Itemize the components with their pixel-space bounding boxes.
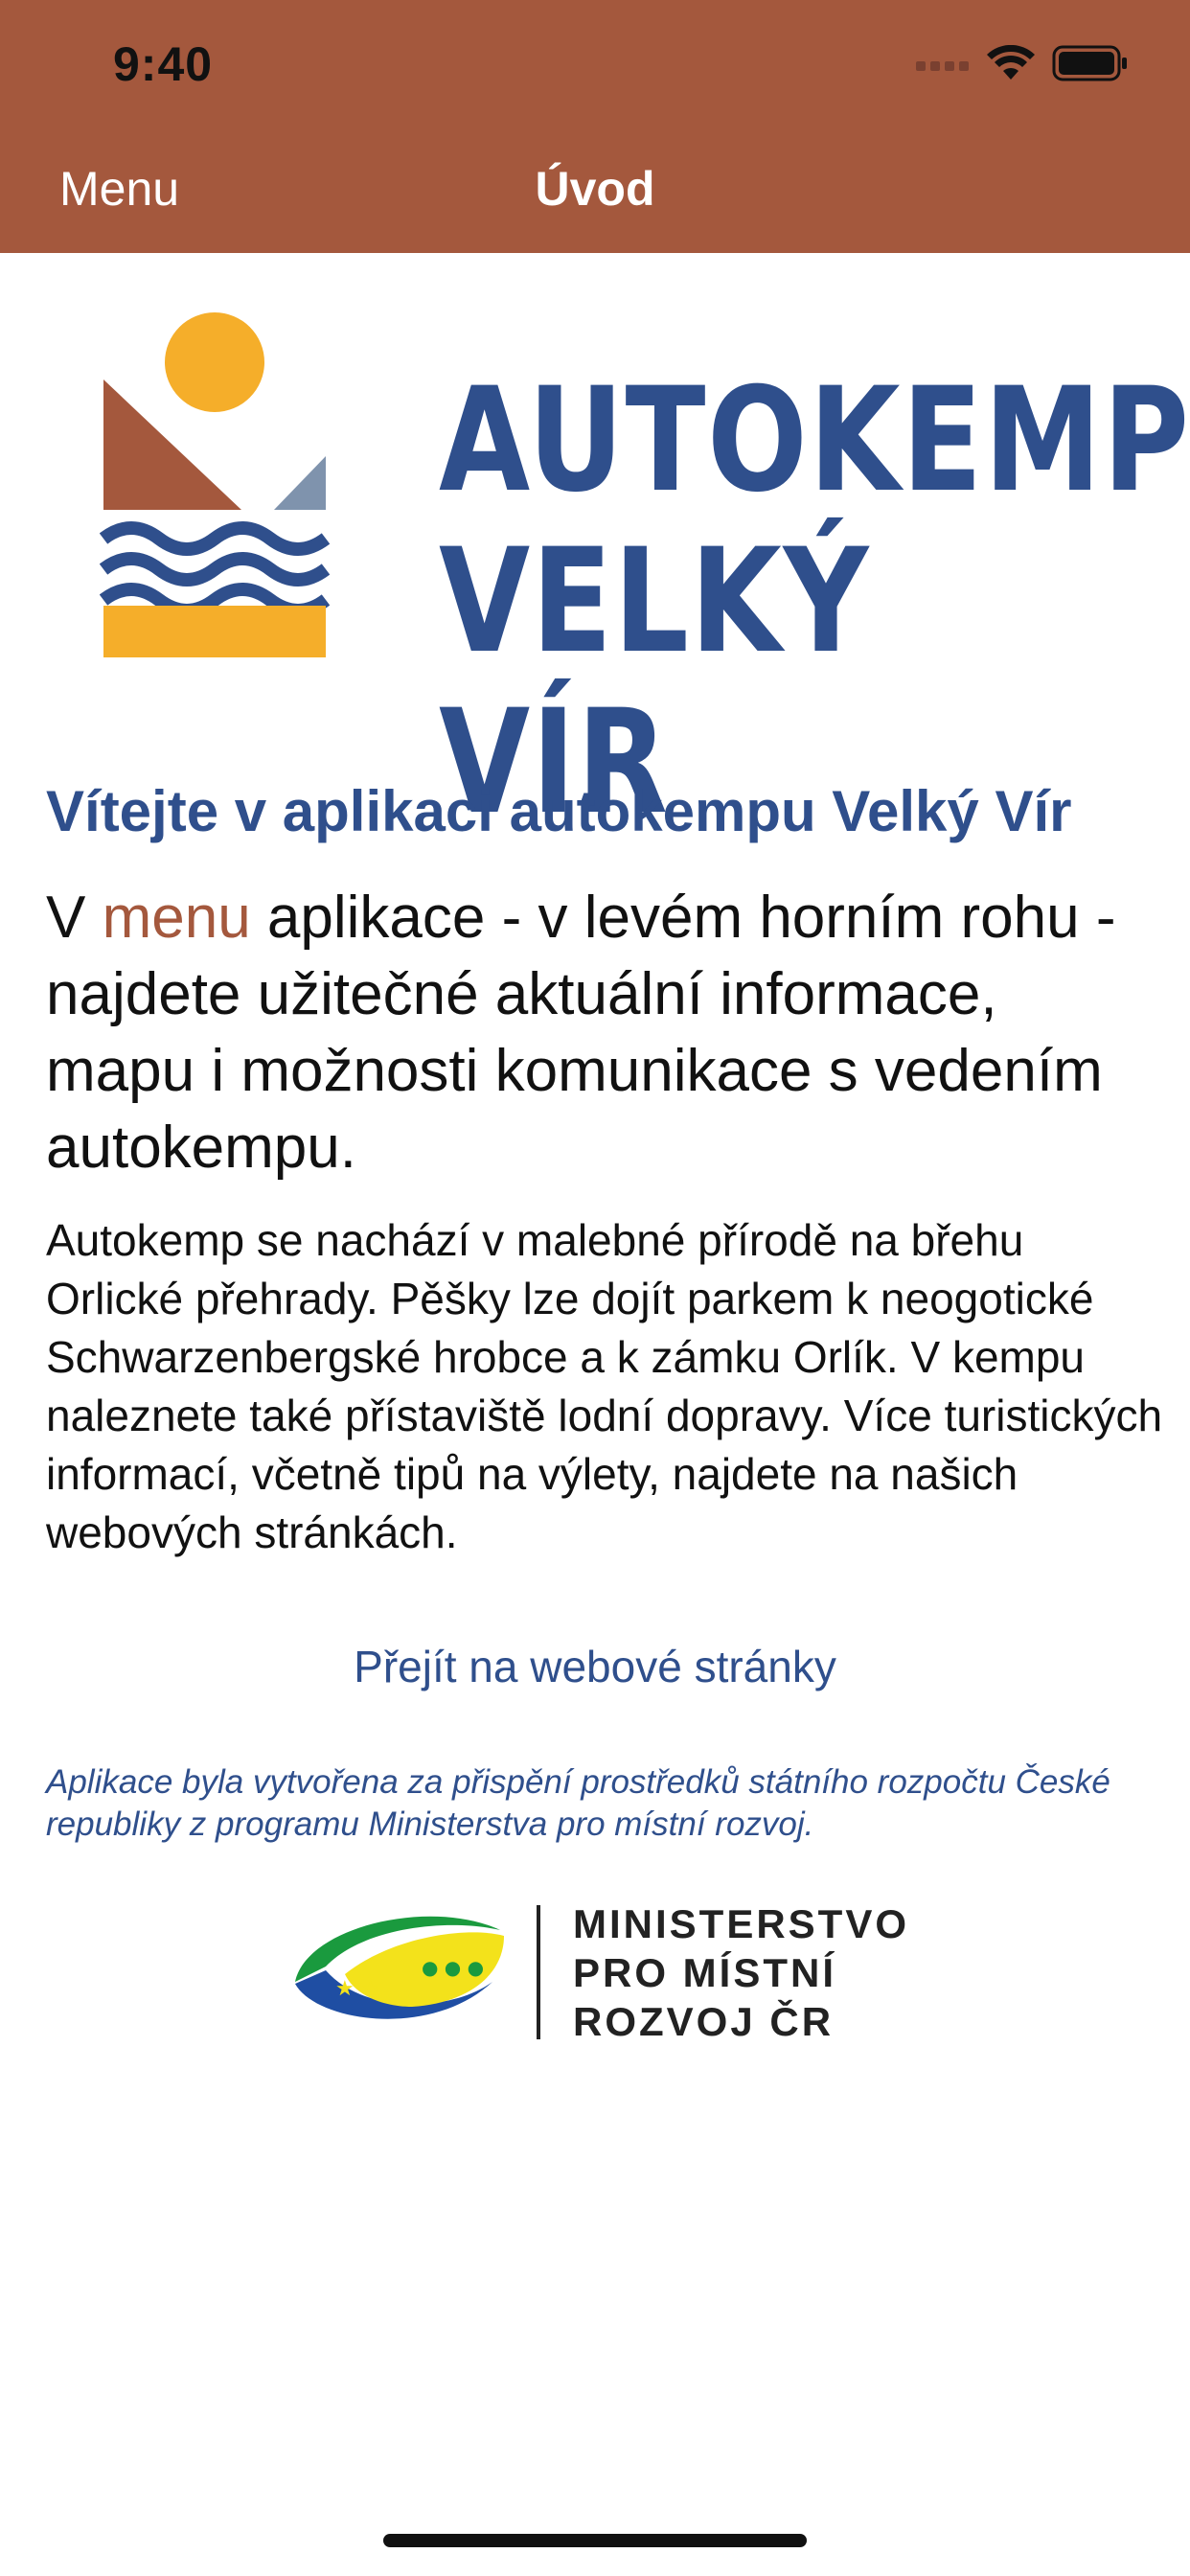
battery-icon (1052, 45, 1127, 81)
ministry-logo: ★ ★ ● ● ● MINISTERSTVO PRO MÍSTNÍ ROZVOJ… (287, 1898, 939, 2044)
sand-shape (103, 606, 326, 657)
hill-grey-shape (274, 456, 326, 510)
signal-icon (916, 61, 969, 71)
autokemp-logo-text: AUTOKEMP VELKÝ VÍR (439, 357, 1190, 843)
wifi-icon (987, 45, 1035, 80)
status-icons (916, 42, 1129, 84)
description-paragraph: Autokemp se nachází v malebné přírodě na… (46, 1215, 1163, 1557)
home-indicator[interactable] (383, 2534, 807, 2547)
svg-text:● ● ●: ● ● ● (422, 1956, 484, 1979)
ministry-emblem-icon: ★ ★ ● ● ● (295, 1916, 504, 2019)
wave-shape (100, 521, 330, 556)
autokemp-logo-mark (100, 312, 330, 657)
screen: 9:40 Menu Úvod AUTOKEMP VELKÝ VÍR Vítejt… (0, 0, 1190, 2576)
lead-prefix: V (46, 885, 103, 951)
menu-highlight: menu (102, 885, 251, 951)
ministry-divider (537, 1905, 540, 2039)
sun-shape (165, 312, 264, 412)
logo-line-1: AUTOKEMP (439, 357, 1190, 524)
page-title: Úvod (535, 162, 655, 216)
website-link[interactable]: Přejít na webové stránky (0, 1641, 1190, 1692)
welcome-heading: Vítejte v aplikaci autokempu Velký Vír (46, 779, 1072, 843)
status-time: 9:40 (113, 37, 214, 91)
svg-text:★ ★: ★ ★ (335, 1977, 379, 2001)
ministry-name: MINISTERSTVO PRO MÍSTNÍ ROZVOJ ČR (573, 1901, 910, 2044)
lead-paragraph: V menu aplikace - v levém horním rohu - … (46, 880, 1157, 1186)
wave-shape (100, 552, 330, 586)
funding-note: Aplikace byla vytvořena za přispění pros… (46, 1763, 1110, 1843)
header-bar: 9:40 Menu Úvod (0, 0, 1190, 253)
